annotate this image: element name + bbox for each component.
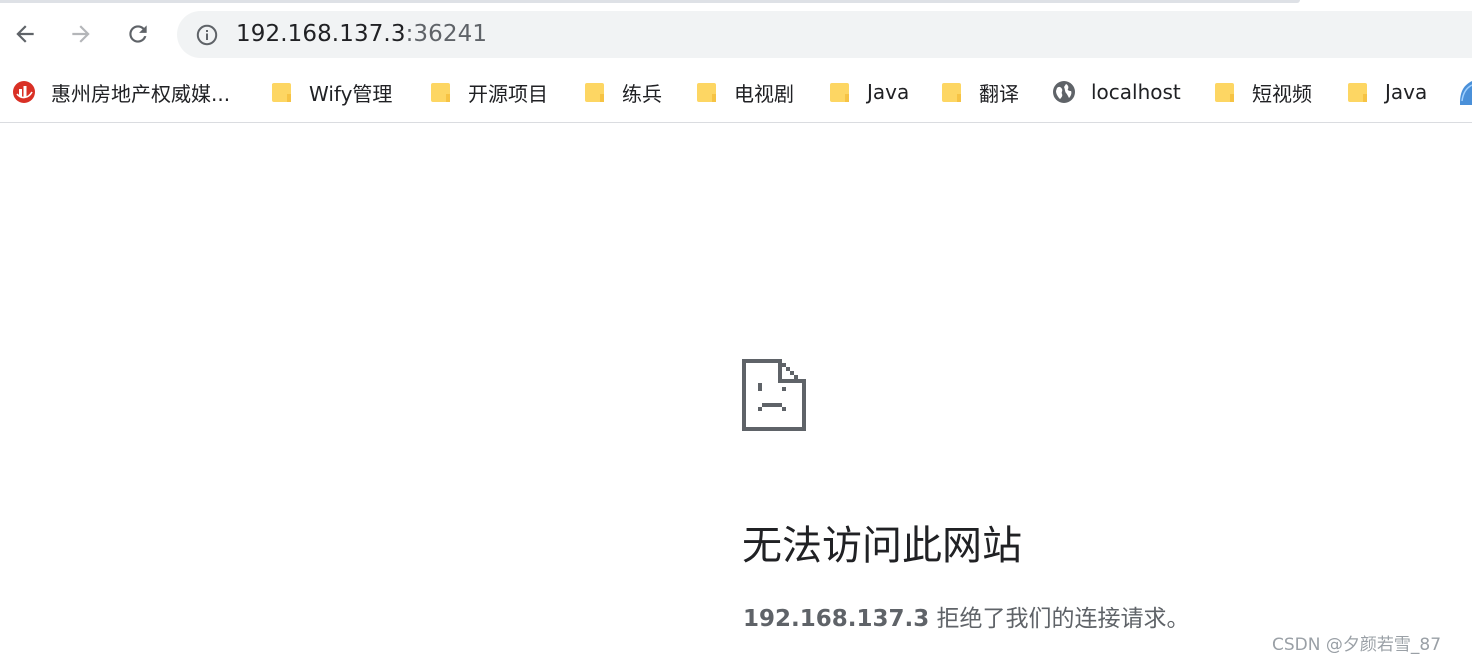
site-logo-icon bbox=[13, 81, 35, 103]
url-text[interactable]: 192.168.137.3:36241 bbox=[236, 21, 487, 48]
url-host: 192.168.137.3 bbox=[236, 21, 406, 47]
sad-document-icon bbox=[742, 359, 806, 431]
globe-icon bbox=[1053, 81, 1075, 103]
folder-icon bbox=[1348, 83, 1367, 102]
bookmark-folder[interactable]: Java bbox=[828, 68, 909, 116]
folder-icon bbox=[585, 83, 604, 102]
watermark-text: CSDN @夕颜若雪_87 bbox=[1272, 635, 1442, 655]
folder-icon bbox=[431, 83, 450, 102]
error-title: 无法访问此网站 bbox=[742, 523, 1022, 569]
bookmark-label: 翻译 bbox=[979, 81, 1019, 106]
bookmark-folder[interactable]: 翻译 bbox=[940, 68, 1019, 116]
bookmark-folder[interactable]: 练兵 bbox=[583, 68, 662, 116]
bookmark-label: localhost bbox=[1091, 80, 1181, 104]
browser-toolbar: 192.168.137.3:36241 bbox=[0, 0, 1472, 68]
bookmark-label: Java bbox=[867, 80, 910, 104]
bookmark-label: 开源项目 bbox=[468, 81, 548, 106]
back-arrow-icon bbox=[16, 25, 34, 43]
bookmark-label: 练兵 bbox=[622, 81, 662, 106]
reload-button[interactable] bbox=[121, 17, 155, 51]
bookmark-label: Wify管理 bbox=[309, 81, 393, 106]
bookmark-label: 短视频 bbox=[1252, 81, 1312, 106]
bookmark-label: 电视剧 bbox=[734, 81, 794, 106]
tab-strip-edge bbox=[0, 0, 1300, 3]
error-host: 192.168.137.3 bbox=[743, 606, 930, 632]
bookmark-label: Java bbox=[1385, 80, 1428, 104]
folder-icon bbox=[697, 83, 716, 102]
folder-icon bbox=[830, 83, 849, 102]
folder-icon bbox=[1215, 83, 1234, 102]
folder-icon bbox=[942, 83, 961, 102]
partial-site-icon bbox=[1460, 81, 1472, 105]
bookmark-item[interactable]: localhost bbox=[1052, 68, 1181, 116]
info-icon[interactable] bbox=[195, 23, 219, 47]
url-port: :36241 bbox=[405, 21, 488, 47]
bookmarks-bar: 惠州房地产权威媒... Wify管理 开源项目 练兵 电视剧 Java 翻译 l… bbox=[0, 68, 1472, 123]
bookmark-folder[interactable]: 短视频 bbox=[1213, 68, 1312, 116]
bookmark-overflow-item[interactable] bbox=[1458, 68, 1472, 116]
folder-icon bbox=[272, 83, 291, 102]
bookmark-folder[interactable]: Wify管理 bbox=[270, 68, 392, 116]
forward-button[interactable] bbox=[64, 17, 98, 51]
bookmark-folder[interactable]: 电视剧 bbox=[695, 68, 794, 116]
forward-arrow-icon bbox=[72, 25, 90, 43]
bookmark-folder[interactable]: Java bbox=[1346, 68, 1427, 116]
error-description: 192.168.137.3 拒绝了我们的连接请求。 bbox=[743, 604, 1190, 634]
bookmark-label: 惠州房地产权威媒... bbox=[51, 81, 231, 106]
bookmark-item[interactable]: 惠州房地产权威媒... bbox=[12, 68, 230, 116]
address-bar[interactable]: 192.168.137.3:36241 bbox=[177, 11, 1472, 58]
bookmark-folder[interactable]: 开源项目 bbox=[429, 68, 548, 116]
reload-icon bbox=[129, 25, 147, 43]
error-page: 无法访问此网站 192.168.137.3 拒绝了我们的连接请求。 bbox=[0, 123, 1472, 661]
back-button[interactable] bbox=[8, 17, 42, 51]
error-message: 拒绝了我们的连接请求。 bbox=[929, 606, 1190, 632]
